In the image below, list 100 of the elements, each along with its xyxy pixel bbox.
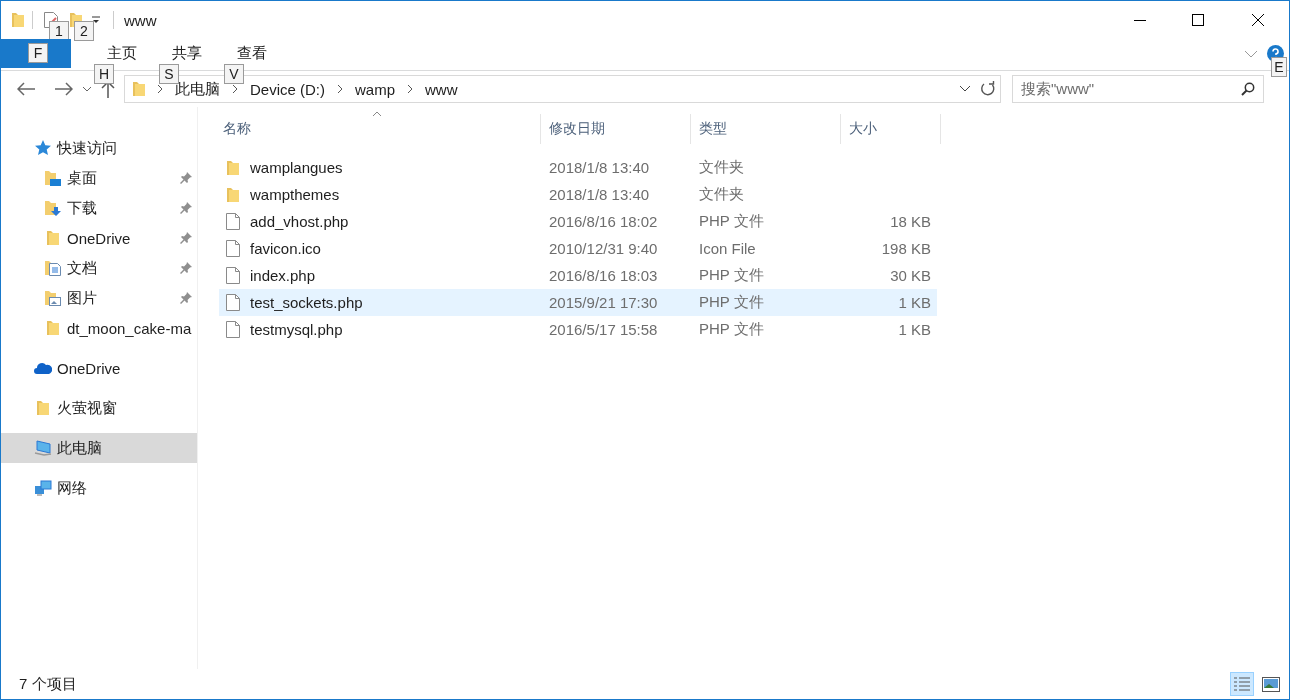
pin-icon: [180, 262, 192, 274]
file-name: wampthemes: [250, 186, 340, 203]
download-folder-icon: [45, 200, 61, 216]
folder-icon: [133, 81, 145, 97]
navigation-label: 下载: [67, 198, 97, 218]
table-cell-text: 1 KB: [897, 294, 932, 311]
chevron-icon: [232, 84, 238, 94]
navigation-item[interactable]: OneDrive: [1, 353, 197, 383]
table-cell-text: 文件夹: [698, 185, 745, 204]
file-icon: [226, 321, 240, 338]
table-cell-text: 文件夹: [698, 158, 745, 177]
navigation-label: 火萤视窗: [57, 398, 117, 418]
search-placeholder: 搜索"www": [1021, 79, 1095, 99]
file-name: wamplangues: [250, 159, 343, 176]
chevron-icon: [157, 84, 163, 94]
folder-icon: [47, 230, 59, 246]
pin-icon: [180, 292, 192, 304]
navigation-item[interactable]: 快速访问: [1, 133, 197, 163]
picture-folder-icon: [45, 290, 61, 306]
table-cell-text: 2016/5/17 15:58: [548, 321, 659, 338]
table-cell-text: 198 KB: [880, 240, 932, 257]
breadcrumb[interactable]: wamp: [349, 80, 402, 98]
table-cell-text: PHP 文件: [698, 266, 765, 285]
column-header[interactable]: 类型: [691, 114, 841, 144]
key-tip: F: [28, 43, 48, 63]
close-icon[interactable]: [1252, 14, 1264, 26]
file-row[interactable]: test_sockets.php 2015/9/21 17:30 PHP 文件 1 KB: [219, 289, 937, 316]
table-cell-text: PHP 文件: [698, 212, 765, 231]
navigation-item[interactable]: 下载: [1, 193, 197, 223]
key-tip: 2: [74, 21, 94, 41]
file-name: add_vhost.php: [250, 213, 349, 230]
search-field[interactable]: 搜索"www": [1012, 75, 1264, 103]
forward-button[interactable]: [55, 82, 73, 96]
navigation-item[interactable]: 文档: [1, 253, 197, 283]
table-cell-text: PHP 文件: [698, 320, 765, 339]
table-cell-text: 2018/1/8 13:40: [548, 186, 651, 203]
column-header[interactable]: 修改日期: [541, 114, 691, 144]
column-header[interactable]: 名称: [219, 114, 541, 144]
file-name: index.php: [250, 267, 316, 284]
breadcrumb[interactable]: www: [419, 80, 464, 98]
chevron-icon: [407, 84, 414, 94]
document-folder-icon: [45, 260, 61, 276]
navigation-item[interactable]: 桌面: [1, 163, 197, 193]
folder-icon: [12, 12, 24, 28]
navigation-label: OneDrive: [57, 359, 121, 377]
recent-locations-icon[interactable]: [82, 86, 92, 92]
key-tip: 1: [49, 21, 69, 41]
key-tip: E: [1271, 57, 1287, 77]
table-cell-text: PHP 文件: [698, 293, 765, 312]
search-icon[interactable]: [1241, 82, 1255, 96]
expand-ribbon-icon[interactable]: [1245, 49, 1257, 58]
navigation-item[interactable]: dt_moon_cake-ma: [1, 313, 197, 343]
computer-icon: [34, 440, 52, 456]
navigation-item[interactable]: 图片: [1, 283, 197, 313]
file-row[interactable]: wamplangues 2018/1/8 13:40 文件夹: [219, 154, 937, 181]
file-icon: [226, 267, 240, 284]
pin-icon: [180, 232, 192, 244]
key-tip: H: [94, 64, 114, 84]
navigation-item[interactable]: 火萤视窗: [1, 393, 197, 423]
table-cell-text: 30 KB: [889, 267, 932, 284]
file-row[interactable]: add_vhost.php 2016/8/16 18:02 PHP 文件 18 KB: [219, 208, 937, 235]
navigation-label: 此电脑: [57, 438, 102, 458]
navigation-label: OneDrive: [67, 229, 131, 247]
navigation-label: dt_moon_cake-ma: [67, 319, 192, 337]
column-header[interactable]: 大小: [841, 114, 941, 144]
file-row[interactable]: index.php 2016/8/16 18:03 PHP 文件 30 KB: [219, 262, 937, 289]
navigation-label: 网络: [57, 478, 87, 498]
star-icon: [35, 140, 51, 156]
key-tip: V: [224, 64, 244, 84]
file-name: testmysql.php: [250, 321, 343, 338]
cloud-icon: [34, 362, 52, 374]
navigation-item[interactable]: OneDrive: [1, 223, 197, 253]
chevron-icon: [337, 84, 343, 94]
breadcrumb[interactable]: Device (D:): [244, 80, 331, 98]
navigation-label: 图片: [67, 288, 97, 308]
customize-dropdown-icon[interactable]: [92, 16, 100, 24]
pin-icon: [180, 172, 192, 184]
pin-icon: [180, 202, 192, 214]
navigation-item[interactable]: 网络: [1, 473, 197, 503]
file-name: favicon.ico: [250, 240, 321, 257]
navigation-label: 桌面: [67, 168, 97, 188]
file-row[interactable]: favicon.ico 2010/12/31 9:40 Icon File 198 KB: [219, 235, 937, 262]
table-cell-text: 18 KB: [889, 213, 932, 230]
navigation-label: 快速访问: [57, 138, 117, 158]
folder-icon: [37, 400, 49, 416]
dropdown-icon[interactable]: [959, 85, 971, 93]
table-cell-text: 2010/12/31 9:40: [548, 240, 659, 257]
table-cell-text: 2016/8/16 18:02: [548, 213, 659, 230]
folder-icon: [227, 186, 239, 203]
maximize-icon[interactable]: [1192, 14, 1204, 26]
window-title: www: [124, 11, 157, 29]
back-button[interactable]: [17, 82, 35, 96]
folder-icon: [227, 159, 239, 176]
refresh-icon[interactable]: [980, 81, 996, 97]
navigation-item[interactable]: 此电脑: [1, 433, 197, 463]
file-row[interactable]: wampthemes 2018/1/8 13:40 文件夹: [219, 181, 937, 208]
table-cell-text: 2018/1/8 13:40: [548, 159, 651, 176]
file-row[interactable]: testmysql.php 2016/5/17 15:58 PHP 文件 1 KB: [219, 316, 937, 343]
file-icon: [226, 294, 240, 311]
table-cell-text: 1 KB: [897, 321, 932, 338]
